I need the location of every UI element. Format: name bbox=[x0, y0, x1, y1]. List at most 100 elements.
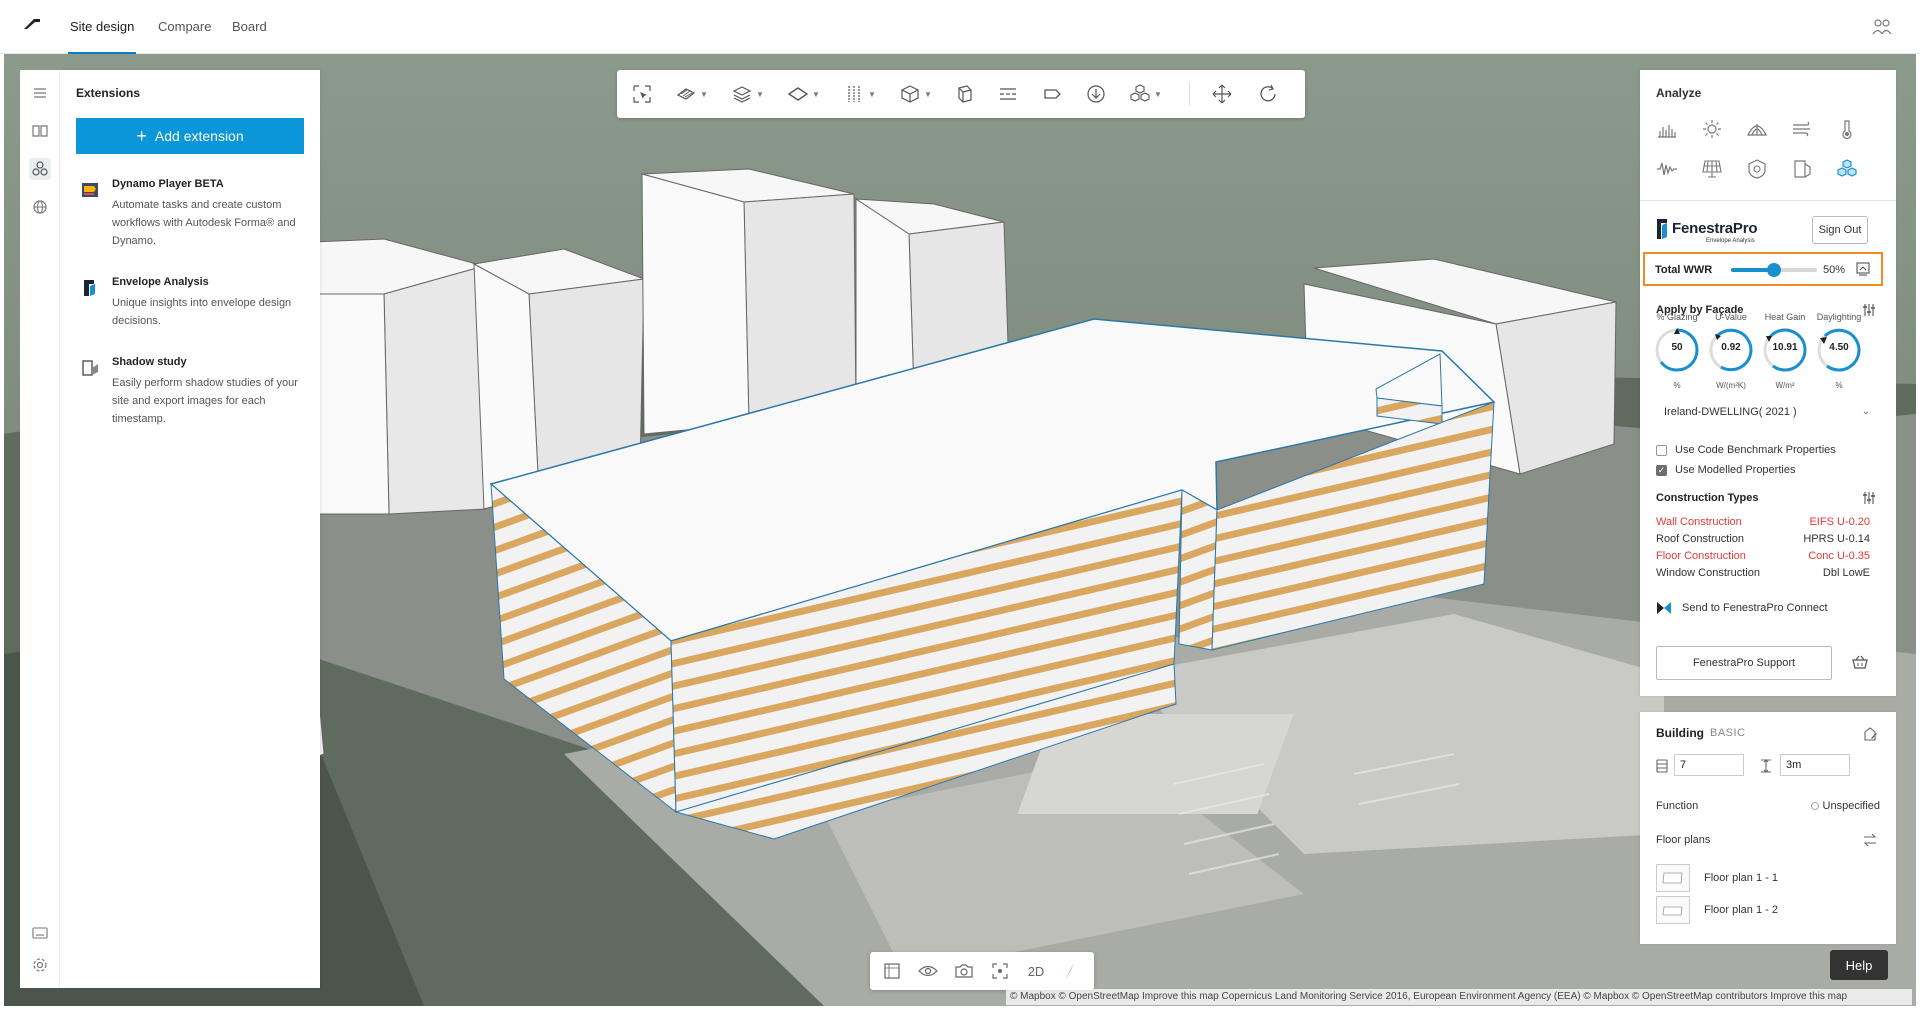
solar-panel-icon[interactable] bbox=[1699, 156, 1725, 182]
sign-out-button[interactable]: Sign Out bbox=[1812, 216, 1868, 244]
download-circle-icon bbox=[1087, 85, 1105, 103]
zoom-fit-button[interactable] bbox=[988, 960, 1012, 982]
fenestrapro-support-button[interactable]: FenestraPro Support bbox=[1656, 646, 1832, 680]
floor-plan-item[interactable]: Floor plan 1 - 1 bbox=[1656, 864, 1778, 892]
construction-name: Roof Construction bbox=[1656, 533, 1745, 545]
function-dot-icon bbox=[1810, 802, 1819, 810]
compass-needle-icon bbox=[1066, 963, 1074, 979]
help-button[interactable]: Help bbox=[1830, 950, 1888, 980]
use-code-benchmark-checkbox[interactable]: Use Code Benchmark Properties bbox=[1656, 444, 1836, 456]
hatch-plane-icon bbox=[676, 88, 696, 100]
construction-value: HPRS U-0.14 bbox=[1803, 533, 1870, 545]
floor-plan-thumbnail bbox=[1656, 896, 1690, 924]
chevron-down-icon: ⌄ bbox=[1861, 406, 1870, 417]
building-edit-icon[interactable] bbox=[1862, 726, 1878, 742]
wwr-slider-handle[interactable] bbox=[1767, 263, 1781, 277]
measure-tool[interactable]: ▼ bbox=[843, 82, 876, 106]
function-select[interactable]: Unspecified bbox=[1810, 800, 1880, 812]
wind-icon[interactable] bbox=[1789, 116, 1815, 142]
view-toolbar: 2D bbox=[870, 952, 1094, 990]
road-tool[interactable] bbox=[997, 82, 1019, 106]
extension-item-shadow-study[interactable]: Shadow study Easily perform shadow studi… bbox=[76, 356, 306, 425]
cubes-icon[interactable] bbox=[1834, 156, 1860, 182]
tag-tool[interactable] bbox=[1041, 82, 1063, 106]
construction-value: Conc U-0.35 bbox=[1808, 550, 1870, 562]
heat-gain-value: 10.91 bbox=[1772, 342, 1798, 353]
extension-item-envelope-analysis[interactable]: Envelope Analysis Unique insights into e… bbox=[76, 276, 306, 327]
screenshot-button[interactable] bbox=[952, 960, 976, 982]
select-tool[interactable] bbox=[631, 82, 653, 106]
grid-frame-icon bbox=[884, 963, 900, 979]
settings-gear-icon[interactable] bbox=[29, 954, 51, 976]
forma-logo[interactable] bbox=[22, 16, 42, 32]
zone-tool[interactable]: ▼ bbox=[787, 82, 820, 106]
swap-arrows-icon[interactable] bbox=[1862, 832, 1878, 848]
floor-height-input[interactable] bbox=[1780, 754, 1850, 776]
floor-plan-name: Floor plan 1 - 1 bbox=[1704, 872, 1778, 884]
box-tool[interactable] bbox=[953, 82, 975, 106]
shield-icon[interactable] bbox=[1744, 156, 1770, 182]
diamond-icon bbox=[787, 87, 809, 101]
u-value-unit: W/(m²K) bbox=[1716, 381, 1746, 390]
add-extension-button[interactable]: + Add extension bbox=[76, 118, 304, 154]
cubes-cluster-icon bbox=[1130, 84, 1150, 102]
floor-plan-view-button[interactable] bbox=[880, 960, 904, 982]
send-to-fenestrapro-connect[interactable]: Send to FenestraPro Connect bbox=[1656, 600, 1828, 616]
basket-icon[interactable] bbox=[1852, 654, 1868, 670]
wwr-slider[interactable] bbox=[1731, 263, 1817, 277]
tab-compare[interactable]: Compare bbox=[158, 0, 211, 54]
people-icon[interactable] bbox=[1872, 18, 1892, 36]
box-outline-icon bbox=[958, 85, 972, 103]
move-tool[interactable] bbox=[1211, 82, 1233, 106]
floor-plans-label: Floor plans bbox=[1656, 834, 1711, 846]
extensions-tool[interactable]: ▼ bbox=[1129, 82, 1162, 106]
daylighting-value: 4.50 bbox=[1829, 342, 1849, 353]
door-icon[interactable] bbox=[1789, 156, 1815, 182]
standard-select[interactable]: Ireland-DWELLING( 2021 ) ⌄ bbox=[1656, 400, 1878, 424]
rotate-tool[interactable] bbox=[1257, 82, 1279, 106]
bar-chart-icon[interactable] bbox=[1654, 116, 1680, 142]
map-attribution[interactable]: © Mapbox © OpenStreetMap Improve this ma… bbox=[1006, 989, 1912, 1005]
compass-button[interactable] bbox=[1058, 960, 1082, 982]
dynamo-icon bbox=[82, 183, 98, 197]
tab-site-design[interactable]: Site design bbox=[67, 0, 137, 54]
extensions-title: Extensions bbox=[76, 86, 141, 100]
building-tool[interactable]: ▼ bbox=[731, 82, 764, 106]
construction-value: EIFS U-0.20 bbox=[1809, 516, 1870, 528]
extensions-icon[interactable] bbox=[29, 158, 51, 180]
tab-board[interactable]: Board bbox=[232, 0, 267, 54]
vertical-lines-icon bbox=[848, 86, 860, 102]
dome-icon[interactable] bbox=[1744, 116, 1770, 142]
draw-terrain-tool[interactable]: ▼ bbox=[675, 82, 708, 106]
building-type-badge: BASIC bbox=[1710, 727, 1746, 739]
apply-wwr-icon[interactable] bbox=[1856, 262, 1870, 276]
floor-count-input[interactable] bbox=[1674, 754, 1744, 776]
use-modelled-properties-checkbox[interactable]: ✓ Use Modelled Properties bbox=[1656, 464, 1795, 476]
send-label: Send to FenestraPro Connect bbox=[1682, 602, 1828, 614]
keyboard-icon[interactable] bbox=[29, 922, 51, 944]
globe-icon[interactable] bbox=[29, 196, 51, 218]
visibility-button[interactable] bbox=[916, 960, 940, 982]
toggle-2d-button[interactable]: 2D bbox=[1024, 960, 1048, 982]
toolbar-separator bbox=[1189, 82, 1190, 106]
construction-name: Wall Construction bbox=[1656, 516, 1742, 528]
checkbox-unchecked bbox=[1656, 444, 1667, 456]
brand-subtitle: Envelope Analysis bbox=[1706, 238, 1755, 244]
sliders-icon[interactable] bbox=[1862, 491, 1876, 505]
extension-name: Envelope Analysis bbox=[112, 276, 209, 288]
cube-icon bbox=[901, 85, 919, 103]
use-code-benchmark-label: Use Code Benchmark Properties bbox=[1675, 444, 1836, 456]
tag-icon bbox=[1044, 89, 1061, 99]
import-tool[interactable] bbox=[1085, 82, 1107, 106]
sun-icon[interactable] bbox=[1699, 116, 1725, 142]
extension-item-dynamo[interactable]: Dynamo Player BETA Automate tasks and cr… bbox=[76, 178, 306, 247]
floor-plan-item[interactable]: Floor plan 1 - 2 bbox=[1656, 896, 1778, 924]
volume-tool[interactable]: ▼ bbox=[899, 82, 932, 106]
book-icon[interactable] bbox=[29, 120, 51, 142]
wave-icon[interactable] bbox=[1654, 156, 1680, 182]
menu-icon[interactable] bbox=[29, 82, 51, 104]
layers-icon bbox=[732, 86, 752, 103]
fenestrapro-mark-icon bbox=[1657, 219, 1667, 239]
thermometer-icon[interactable] bbox=[1834, 116, 1860, 142]
function-label: Function bbox=[1656, 800, 1699, 812]
